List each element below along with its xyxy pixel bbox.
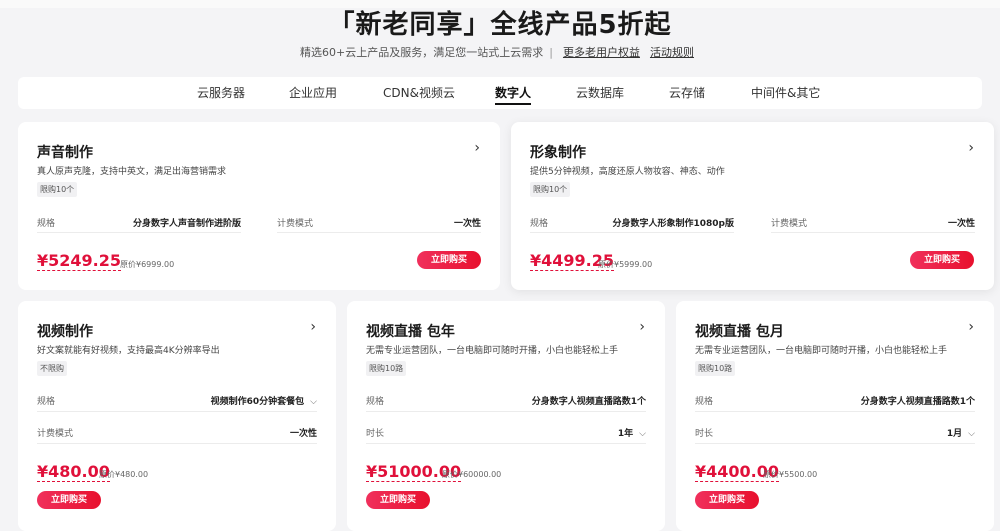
chevron-right-icon[interactable]: ›: [474, 140, 480, 156]
spec-row: 规格 分身数字人视频直播路数1个: [695, 394, 975, 408]
card-description: 真人原声克隆，支持中英文，满足出海营销需求: [37, 167, 227, 177]
limit-badge: 限购10个: [530, 182, 571, 197]
activity-rules-link[interactable]: 活动规则: [650, 46, 694, 59]
limit-badge: 不限购: [37, 361, 67, 376]
divider: [530, 232, 734, 233]
chevron-right-icon[interactable]: ›: [639, 319, 645, 335]
spec-label: 规格: [695, 397, 714, 407]
tab-cdn-video-cloud[interactable]: CDN&视频云: [383, 77, 455, 109]
category-tabs: 云服务器 企业应用 CDN&视频云 数字人 云数据库 云存储 中间件&其它: [18, 77, 982, 109]
card-title: 视频直播 包年: [366, 324, 455, 340]
spec-value: 视频制作60分钟套餐包: [210, 397, 305, 407]
divider: [37, 443, 317, 444]
buy-now-button[interactable]: 立即购买: [417, 251, 481, 269]
billing-row: 计费模式 一次性: [771, 216, 975, 230]
more-benefits-link[interactable]: 更多老用户权益: [563, 46, 640, 59]
page-title: 「新老同享」全线产品5折起: [328, 10, 672, 40]
original-price: 原价¥6999.00: [120, 260, 175, 269]
spec-row: 规格 分身数字人形象制作1080p版: [530, 216, 734, 230]
original-price: 原价¥5500.00: [763, 470, 818, 479]
original-price: 原价¥60000.00: [442, 470, 502, 479]
billing-row: 计费模式 一次性: [277, 216, 481, 230]
divider: [37, 411, 317, 412]
duration-label: 时长: [695, 429, 714, 439]
spec-label: 规格: [37, 397, 56, 407]
chevron-right-icon[interactable]: ›: [968, 319, 974, 335]
product-card-image: 形象制作 › 提供5分钟视频，高度还原人物妆容、神态、动作 限购10个 规格 分…: [511, 122, 994, 290]
card-description: 无需专业运营团队，一台电脑即可随时开播，小白也能轻松上手: [366, 346, 619, 356]
tab-cloud-storage[interactable]: 云存储: [669, 77, 705, 109]
spec-label: 规格: [530, 219, 549, 229]
spec-value: 分身数字人视频直播路数1个: [531, 397, 646, 407]
divider: [277, 232, 481, 233]
card-title: 形象制作: [530, 145, 586, 161]
card-description: 无需专业运营团队，一台电脑即可随时开播，小白也能轻松上手: [695, 346, 948, 356]
subtitle-text: 精选60+云上产品及服务，满足您一站式上云需求: [300, 46, 544, 59]
spec-select[interactable]: 规格 视频制作60分钟套餐包 ⌵: [37, 394, 317, 408]
product-card-voice: 声音制作 › 真人原声克隆，支持中英文，满足出海营销需求 限购10个 规格 分身…: [18, 122, 500, 290]
billing-row: 计费模式 一次性: [37, 426, 317, 440]
divider: [695, 443, 975, 444]
card-description: 好文案就能有好视频，支持最高4K分辨率导出: [37, 346, 220, 356]
divider: [695, 411, 975, 412]
tab-cloud-server[interactable]: 云服务器: [197, 77, 245, 109]
limit-badge: 限购10路: [366, 361, 407, 376]
original-price: 原价¥5999.00: [598, 260, 653, 269]
page-subtitle: 精选60+云上产品及服务，满足您一站式上云需求 | 更多老用户权益 活动规则: [0, 44, 1000, 60]
divider: [37, 232, 241, 233]
card-description: 提供5分钟视频，高度还原人物妆容、神态、动作: [530, 167, 725, 177]
spec-value: 分身数字人视频直播路数1个: [860, 397, 975, 407]
card-title: 视频直播 包月: [695, 324, 784, 340]
original-price: 原价¥480.00: [99, 470, 149, 479]
duration-select[interactable]: 时长 1月 ⌵: [695, 426, 975, 440]
billing-value: 一次性: [453, 219, 481, 229]
buy-now-button[interactable]: 立即购买: [695, 491, 759, 509]
tab-cloud-database[interactable]: 云数据库: [576, 77, 624, 109]
spec-value: 分身数字人形象制作1080p版: [612, 219, 735, 229]
billing-label: 计费模式: [771, 219, 808, 229]
chevron-down-icon: ⌵: [310, 397, 317, 407]
spec-row: 规格 分身数字人视频直播路数1个: [366, 394, 646, 408]
tab-middleware-other[interactable]: 中间件&其它: [751, 77, 820, 109]
duration-select[interactable]: 时长 1年 ⌵: [366, 426, 646, 440]
chevron-right-icon[interactable]: ›: [968, 140, 974, 156]
billing-label: 计费模式: [277, 219, 314, 229]
tab-digital-human[interactable]: 数字人: [495, 77, 532, 109]
price: ¥5249.25: [37, 251, 122, 271]
spec-row: 规格 分身数字人声音制作进阶版: [37, 216, 241, 230]
billing-label: 计费模式: [37, 429, 74, 439]
subtitle-separator: |: [549, 46, 553, 59]
buy-now-button[interactable]: 立即购买: [366, 491, 430, 509]
limit-badge: 限购10路: [695, 361, 736, 376]
limit-badge: 限购10个: [37, 182, 78, 197]
duration-value: 1年: [617, 429, 634, 439]
billing-value: 一次性: [289, 429, 317, 439]
duration-value: 1月: [946, 429, 963, 439]
spec-value: 分身数字人声音制作进阶版: [132, 219, 241, 229]
product-card-live-yearly: 视频直播 包年 › 无需专业运营团队，一台电脑即可随时开播，小白也能轻松上手 限…: [347, 301, 665, 531]
card-title: 视频制作: [37, 324, 93, 340]
duration-label: 时长: [366, 429, 385, 439]
spec-label: 规格: [366, 397, 385, 407]
billing-value: 一次性: [947, 219, 975, 229]
divider: [366, 443, 646, 444]
tab-enterprise-apps[interactable]: 企业应用: [289, 77, 337, 109]
divider: [771, 232, 975, 233]
product-card-live-monthly: 视频直播 包月 › 无需专业运营团队，一台电脑即可随时开播，小白也能轻松上手 限…: [676, 301, 994, 531]
buy-now-button[interactable]: 立即购买: [37, 491, 101, 509]
card-title: 声音制作: [37, 145, 93, 161]
buy-now-button[interactable]: 立即购买: [910, 251, 974, 269]
chevron-right-icon[interactable]: ›: [310, 319, 316, 335]
product-card-video: 视频制作 › 好文案就能有好视频，支持最高4K分辨率导出 不限购 规格 视频制作…: [18, 301, 336, 531]
chevron-down-icon: ⌵: [968, 429, 975, 439]
chevron-down-icon: ⌵: [639, 429, 646, 439]
spec-label: 规格: [37, 219, 56, 229]
divider: [366, 411, 646, 412]
